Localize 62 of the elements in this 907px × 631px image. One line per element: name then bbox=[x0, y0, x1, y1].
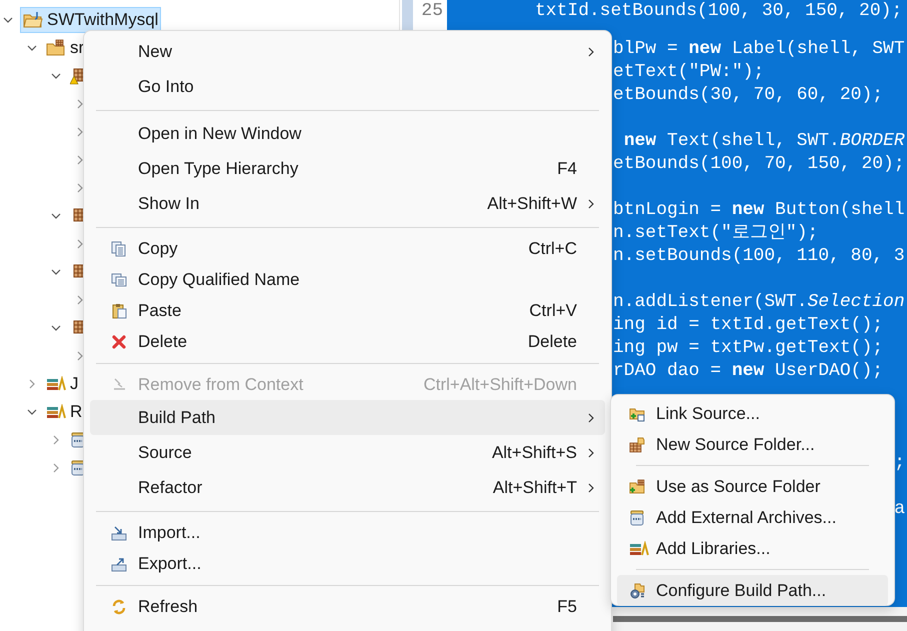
menu-item[interactable]: Configure Build Path... bbox=[617, 575, 888, 606]
code-line: rDAO dao = new UserDAO(); bbox=[613, 361, 884, 381]
books-icon bbox=[46, 376, 66, 392]
code-line: txtId.setBounds(100, 30, 150, 20); bbox=[535, 1, 902, 21]
tree-item[interactable]: J bbox=[70, 371, 78, 397]
menu-item[interactable]: New bbox=[90, 34, 605, 69]
menu-item[interactable]: Use as Source Folder bbox=[617, 471, 888, 502]
menu-item[interactable]: New Source Folder... bbox=[617, 429, 888, 460]
menu-item[interactable]: Add External Archives... bbox=[617, 502, 888, 533]
code-line: etText("PW:"); bbox=[613, 62, 764, 82]
code-line: ing pw = txtPw.getText(); bbox=[613, 338, 884, 358]
menu-item[interactable]: Copy Ctrl+C bbox=[90, 233, 605, 264]
jar-icon bbox=[70, 460, 86, 476]
code-line: a bbox=[894, 498, 905, 521]
code-line: blPw = new Label(shell, SWT bbox=[613, 39, 905, 59]
source-folder-icon bbox=[46, 39, 66, 57]
menu-item[interactable]: Open in New Window bbox=[90, 116, 605, 151]
code-line: n.addListener(SWT.Selection bbox=[613, 292, 905, 312]
linked-folder-icon bbox=[629, 406, 645, 422]
menu-item[interactable]: Paste Ctrl+V bbox=[90, 295, 605, 326]
import-icon bbox=[111, 524, 127, 540]
menu-item[interactable]: Show In Alt+Shift+W bbox=[90, 186, 605, 221]
clipboard-icon bbox=[111, 302, 127, 318]
copy-icon bbox=[111, 240, 127, 256]
code-line: new Text(shell, SWT.BORDER bbox=[622, 131, 905, 151]
jar-icon bbox=[70, 432, 86, 448]
jar-icon bbox=[629, 510, 645, 526]
menu-item[interactable]: Refresh F5 bbox=[90, 591, 605, 622]
code-line: n.setBounds(100, 110, 80, 3 bbox=[613, 246, 905, 266]
tree-item[interactable]: R bbox=[70, 399, 82, 425]
remove-icon bbox=[111, 376, 127, 392]
copy-icon bbox=[111, 272, 127, 288]
menu-item[interactable]: Go Into bbox=[90, 69, 605, 104]
horizontal-scrollbar[interactable] bbox=[613, 616, 907, 622]
refresh-icon bbox=[111, 598, 127, 614]
code-line: btnLogin = new Button(shell bbox=[613, 200, 905, 220]
menu-item[interactable]: Open Type Hierarchy F4 bbox=[90, 151, 605, 186]
source-folder-icon bbox=[629, 478, 645, 494]
menu-item[interactable]: Import... bbox=[90, 517, 605, 548]
menu-item[interactable]: Refactor Alt+Shift+T bbox=[90, 470, 605, 505]
menu-item[interactable]: Delete Delete bbox=[90, 326, 605, 357]
books-icon bbox=[629, 540, 649, 556]
menu-item[interactable]: Add Libraries... bbox=[617, 533, 888, 564]
code-line: etBounds(100, 70, 150, 20); bbox=[613, 154, 905, 174]
code-line: ing id = txtId.getText(); bbox=[613, 315, 884, 335]
menu-item[interactable]: Export... bbox=[90, 548, 605, 579]
menu-item[interactable]: Build Path bbox=[90, 400, 605, 435]
books-icon bbox=[46, 404, 66, 420]
menu-item[interactable]: Source Alt+Shift+S bbox=[90, 435, 605, 470]
code-line: etBounds(30, 70, 60, 20); bbox=[613, 85, 884, 105]
line-number: 25 bbox=[421, 1, 443, 21]
export-icon bbox=[111, 556, 127, 572]
code-line: ; bbox=[894, 452, 905, 475]
project-folder-icon bbox=[23, 11, 43, 29]
menu-item[interactable]: Link Source... bbox=[617, 398, 888, 429]
delete-icon bbox=[111, 334, 127, 350]
menu-item[interactable]: Copy Qualified Name bbox=[90, 264, 605, 295]
gear-folder-icon bbox=[629, 582, 645, 598]
package-folder-icon bbox=[629, 436, 645, 452]
tree-item[interactable]: sr bbox=[70, 35, 84, 61]
code-line: n.setText("로그인"); bbox=[613, 223, 818, 243]
selected-tree-item[interactable]: SWTwithMysql bbox=[20, 7, 162, 33]
